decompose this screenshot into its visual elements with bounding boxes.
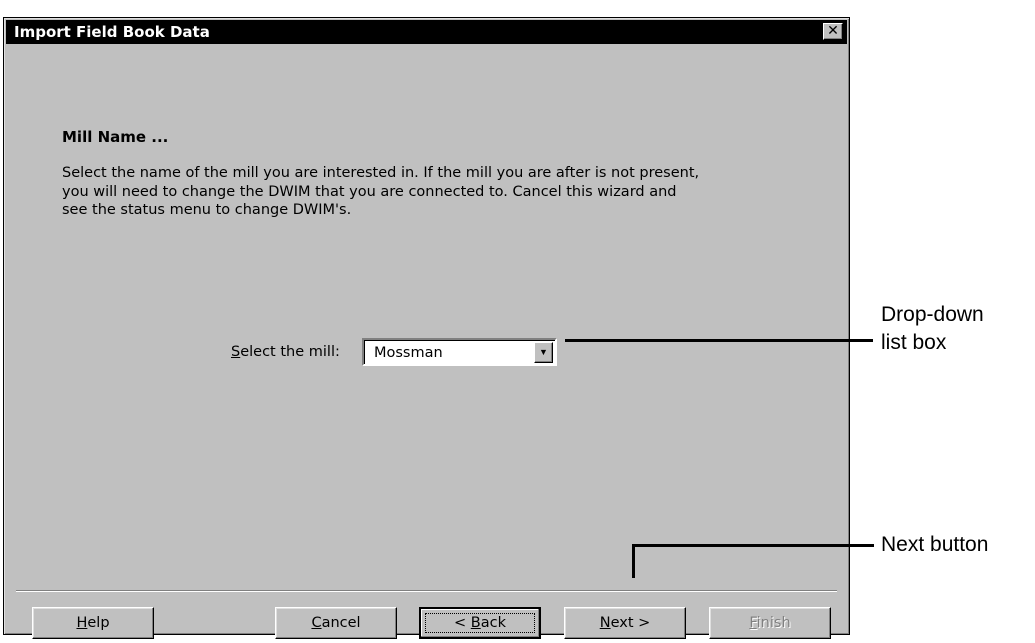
help-button[interactable]: Help (32, 607, 154, 639)
next-callout-horizontal-line (632, 544, 874, 547)
page-heading: Mill Name ... (62, 128, 169, 146)
window-title: Import Field Book Data (14, 23, 210, 41)
cancel-button[interactable]: Cancel (275, 607, 397, 639)
description-line: see the status menu to change DWIM's. (62, 202, 352, 218)
next-button[interactable]: Next > (564, 607, 686, 639)
title-bar[interactable]: Import Field Book Data ✕ (6, 20, 847, 44)
dropdown-callout-label: Drop-down list box (881, 303, 984, 354)
close-icon: ✕ (827, 23, 839, 39)
close-button[interactable]: ✕ (823, 23, 843, 40)
finish-button: Finish (709, 607, 831, 639)
import-field-book-dialog: Import Field Book Data ✕ Mill Name ... S… (3, 17, 850, 639)
back-button[interactable]: < Back (419, 607, 541, 639)
description-line: Select the name of the mill you are inte… (62, 165, 700, 181)
dropdown-arrow-button[interactable]: ▼ (534, 342, 553, 363)
button-separator (16, 590, 837, 592)
select-mill-label: Select the mill: (231, 344, 340, 360)
mill-dropdown[interactable]: Mossman ▼ (362, 338, 557, 366)
dropdown-callout-line (565, 339, 873, 342)
page-description: Select the name of the mill you are inte… (62, 164, 822, 220)
description-line: you will need to change the DWIM that yo… (62, 183, 677, 200)
mill-dropdown-value: Mossman (374, 345, 443, 361)
next-callout-vertical-line (632, 544, 635, 578)
chevron-down-icon: ▼ (539, 347, 548, 357)
next-callout-label: Next button (881, 533, 989, 556)
